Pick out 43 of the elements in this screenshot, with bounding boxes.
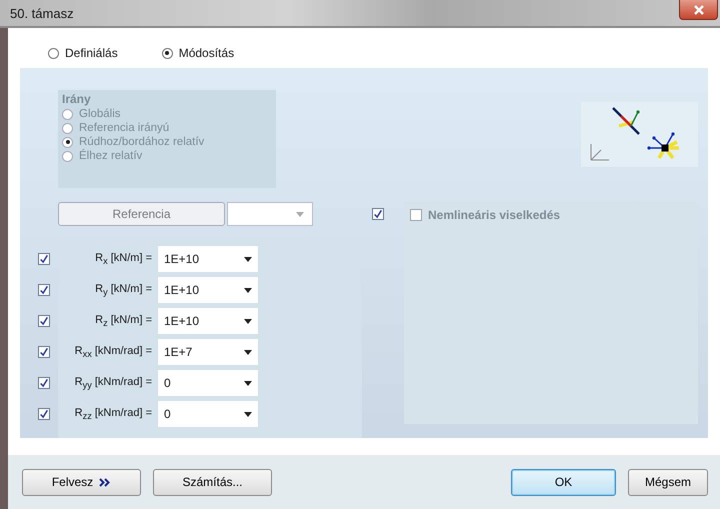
- stiffness-combo[interactable]: 0: [158, 370, 258, 396]
- radio-label: Rúdhoz/bordához relatív: [79, 136, 204, 148]
- close-button[interactable]: [679, 0, 718, 20]
- radio-label: Referencia irányú: [79, 122, 170, 134]
- checkbox[interactable]: [38, 408, 50, 420]
- dialog-button[interactable]: Mégsem: [628, 468, 708, 496]
- dialog-button[interactable]: Számítás...: [153, 468, 272, 496]
- radio-label: Globális: [79, 108, 121, 120]
- group-title: Irány: [62, 92, 92, 106]
- stiffness-combo[interactable]: 1E+7: [158, 339, 258, 365]
- stiffness-combo[interactable]: 0: [158, 401, 258, 427]
- stiffness-combo[interactable]: 1E+10: [158, 277, 258, 303]
- radio-button[interactable]: [48, 48, 59, 58]
- window-title: 50. támasz: [10, 6, 74, 20]
- ok-button[interactable]: OK: [511, 468, 616, 496]
- radio-label: Élhez relatív: [79, 150, 142, 162]
- double-chevron-icon: [99, 478, 112, 486]
- dropdown-arrow-icon: [244, 288, 252, 292]
- dropdown-arrow-icon: [244, 412, 252, 416]
- checkbox[interactable]: [38, 253, 50, 265]
- radio-button[interactable]: [162, 48, 173, 58]
- dropdown-arrow-icon: [244, 256, 252, 262]
- checkbox[interactable]: [38, 377, 50, 389]
- checkbox[interactable]: [38, 284, 50, 296]
- dropdown-arrow-icon: [244, 318, 252, 324]
- radio-label: Módosítás: [178, 46, 234, 60]
- stiffness-label: R$_{y}$ [kN/m] =: [94, 282, 152, 298]
- checkbox[interactable]: [38, 315, 50, 327]
- radio-label: Definiálás: [65, 46, 118, 60]
- close-icon: [692, 4, 704, 14]
- checkbox[interactable]: [372, 208, 384, 220]
- stiffness-label: R$_{yy}$ [kNm/rad] =: [74, 376, 152, 390]
- dropdown-arrow-icon: [244, 350, 252, 354]
- stiffness-label: R$_{zz}$ [kNm/rad] =: [74, 406, 152, 422]
- stiffness-combo[interactable]: 1E+10: [158, 308, 258, 334]
- stiffness-label: R$_{xx}$ [kNm/rad] =: [74, 344, 152, 360]
- checkbox[interactable]: [38, 346, 50, 358]
- stiffness-combo[interactable]: 1E+10: [158, 246, 258, 272]
- stiffness-label: R$_{z}$ [kN/m] =: [94, 314, 152, 328]
- dropdown-arrow-icon: [296, 212, 304, 216]
- stiffness-label: R$_{x}$ [kN/m] =: [94, 252, 152, 266]
- dialog-button[interactable]: Felvesz: [22, 468, 141, 496]
- dropdown-arrow-icon: [244, 380, 252, 386]
